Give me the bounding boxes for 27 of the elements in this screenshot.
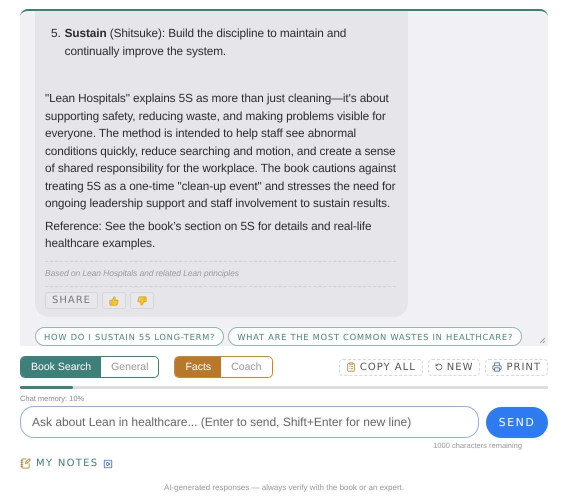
send-button[interactable]: SEND [486,406,548,438]
message-paragraph: Reference: See the book’s section on 5S for details and real-life healthcare examples. [45,218,372,252]
expand-icon[interactable] [103,458,114,468]
disclaimer-text: AI-generated responses — always verify with the book or an expert. [162,483,406,492]
thumbs-up-icon [108,296,119,306]
note-pencil-icon [20,458,31,469]
source-note: Based on Lean Hospitals and related Lean principles [45,260,396,287]
share-button[interactable]: SHARE [45,292,98,309]
printer-icon [492,362,502,372]
message-input[interactable]: Ask about Lean in healthcare... (Enter to send, Shift+Enter for new line) [20,406,479,438]
thumbs-down-icon [136,296,147,306]
mode-tab[interactable]: Book Search [21,357,102,377]
new-button[interactable]: NEW [428,358,480,376]
message-paragraph: "Lean Hospitals" explains 5S as more than just cleaning—it's about supporting safety, reducing waste, and making problems visible for everyone. The method is intended to help staff see abnormal conditions quickly, reduce searching and motion, and create a sense of shared responsibility for the workplace. The book cautions against treating 5S as a one-time "clean-up event" and stresses the need for ongoing leadership support and staff involvement to sustain results. [45,90,396,212]
thumbs-up-button[interactable] [102,292,126,309]
list-item-text: Sustain (Shitsuke): Build the discipline to maintain and continually improve the system. [64,25,348,60]
resize-grip-icon[interactable] [539,337,546,344]
thumbs-down-button[interactable] [130,292,154,309]
style-tab[interactable]: Facts [175,357,222,377]
list-number: 5. [51,25,61,42]
my-notes-link[interactable]: MY NOTES [36,458,98,469]
copy-button[interactable]: COPY ALL [338,358,423,376]
refresh-icon [434,363,443,371]
suggestion-chip[interactable]: HOW DO I SUSTAIN 5S LONG-TERM? [35,327,224,346]
print-button[interactable]: PRINT [485,358,548,376]
suggestion-chip[interactable]: WHAT ARE THE MOST COMMON WASTES IN HEALTHCARE? [228,327,522,346]
clipboard-icon [346,362,356,372]
